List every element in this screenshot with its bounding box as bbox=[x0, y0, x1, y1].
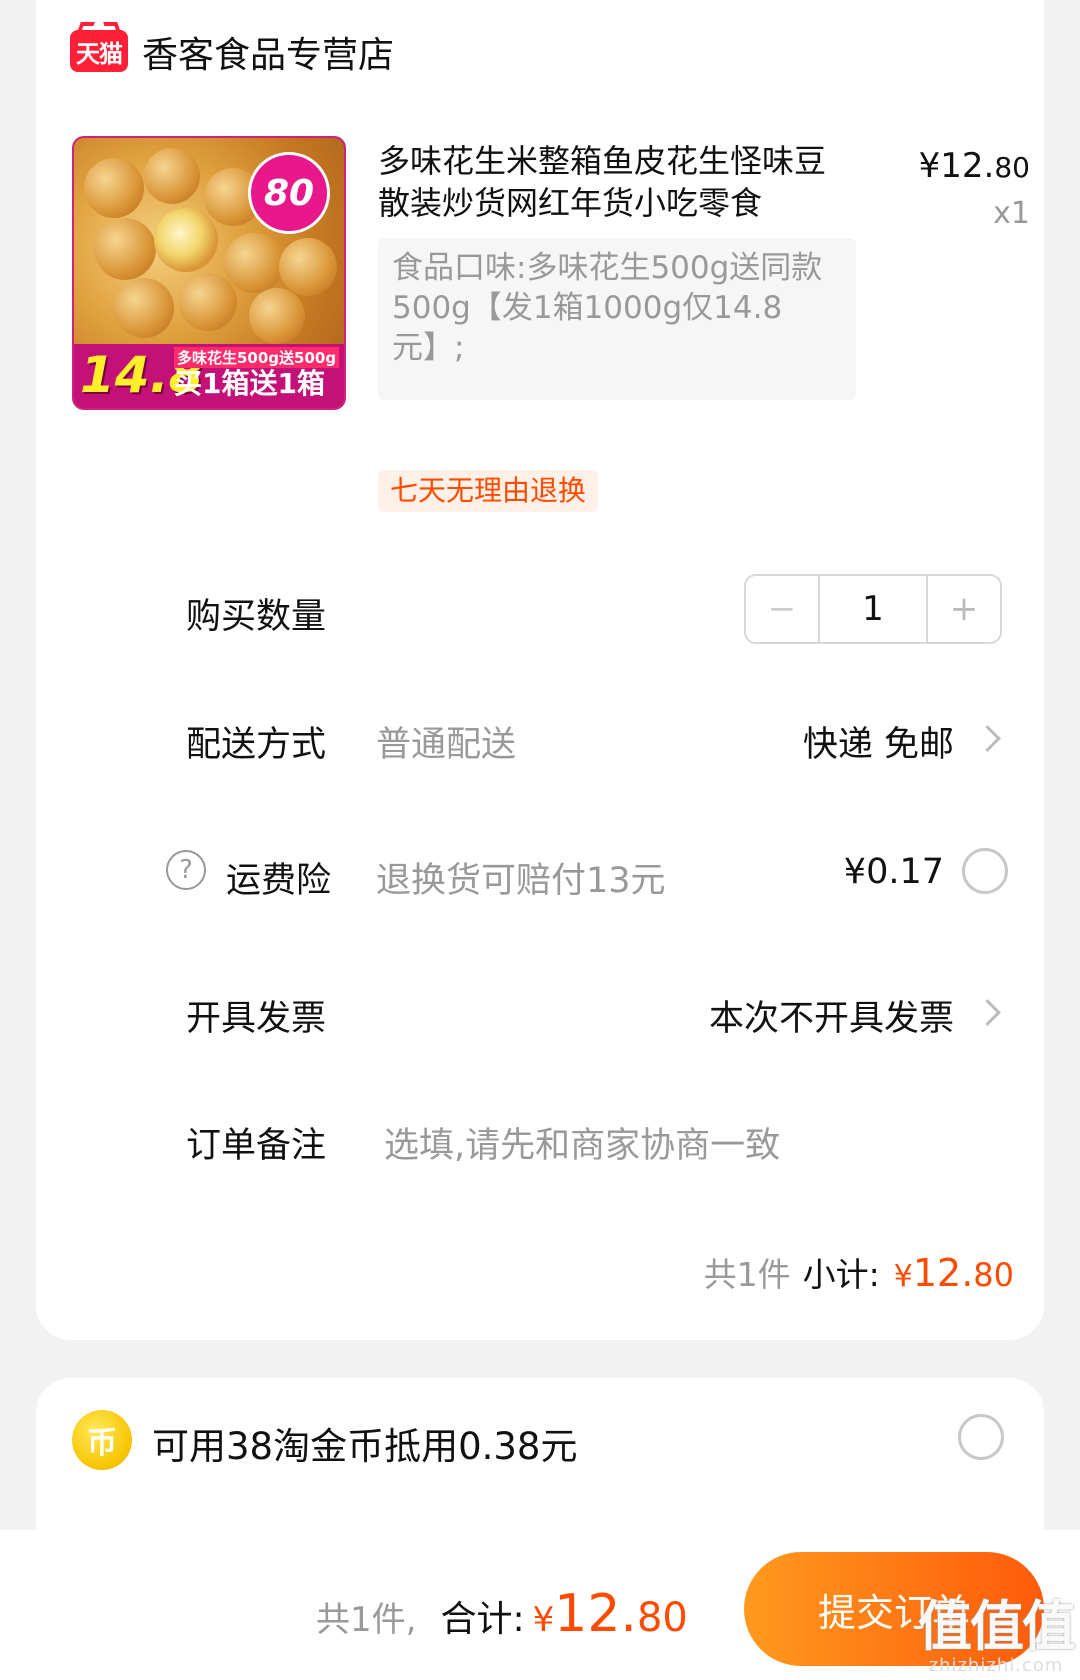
delivery-label: 配送方式 bbox=[186, 725, 327, 765]
total-amount: 12. bbox=[554, 1584, 637, 1644]
insurance-description: 退换货可赔付13元 bbox=[376, 861, 666, 901]
insurance-label: 运费险 bbox=[226, 861, 332, 901]
coin-radio[interactable] bbox=[958, 1414, 1004, 1460]
total: 共1件, 合计: ¥ 12. 80 bbox=[316, 1584, 688, 1644]
note-label: 订单备注 bbox=[186, 1126, 327, 1166]
quantity-label: 购买数量 bbox=[186, 597, 327, 637]
total-count: 共1件, bbox=[316, 1600, 417, 1640]
return-policy-tag: 七天无理由退换 bbox=[378, 470, 599, 512]
tmall-logo: 天猫 bbox=[70, 30, 128, 72]
product-title[interactable]: 多味花生米整箱鱼皮花生怪味豆散装炒货网红年货小吃零食 bbox=[378, 140, 848, 224]
quantity-value[interactable]: 1 bbox=[820, 576, 926, 642]
subtotal-count: 共1件 bbox=[703, 1255, 791, 1294]
image-promo: 买1箱送1箱 bbox=[174, 367, 325, 400]
delivery-type: 普通配送 bbox=[376, 725, 517, 765]
quantity-stepper: − 1 + bbox=[744, 574, 1002, 644]
invoice-value[interactable]: 本次不开具发票 bbox=[709, 990, 954, 1041]
watermark: 值值值 zhizhizhi.com bbox=[918, 1595, 1076, 1677]
note-input[interactable]: 选填,请先和商家协商一致 bbox=[384, 1117, 780, 1168]
coin-icon: 币 bbox=[72, 1410, 132, 1470]
product-quantity: x1 bbox=[993, 196, 1030, 231]
subtotal: 共1件 小计: ¥ 12. 80 bbox=[704, 1248, 1014, 1296]
insurance-radio[interactable] bbox=[962, 848, 1008, 894]
image-badge: 80 bbox=[248, 152, 330, 234]
invoice-label: 开具发票 bbox=[186, 999, 327, 1039]
product-image[interactable]: 80 14.8 多味花生500g送500g 买1箱送1箱 bbox=[72, 136, 346, 410]
coin-text: 可用38淘金币抵用0.38元 bbox=[152, 1425, 578, 1468]
increase-button[interactable]: + bbox=[926, 576, 1000, 642]
subtotal-label: 小计: bbox=[802, 1255, 880, 1294]
delivery-value[interactable]: 快递 免邮 bbox=[803, 716, 954, 767]
insurance-price: ¥0.17 bbox=[843, 852, 944, 892]
product-price: ¥12.80 bbox=[918, 146, 1030, 186]
store-name[interactable]: 香客食品专营店 bbox=[142, 26, 394, 78]
total-label: 合计: bbox=[440, 1599, 525, 1640]
product-sku[interactable]: 食品口味:多味花生500g送同款500g【发1箱1000g仅14.8元】; bbox=[378, 238, 856, 400]
decrease-button[interactable]: − bbox=[746, 576, 820, 642]
help-icon[interactable]: ? bbox=[166, 850, 206, 890]
